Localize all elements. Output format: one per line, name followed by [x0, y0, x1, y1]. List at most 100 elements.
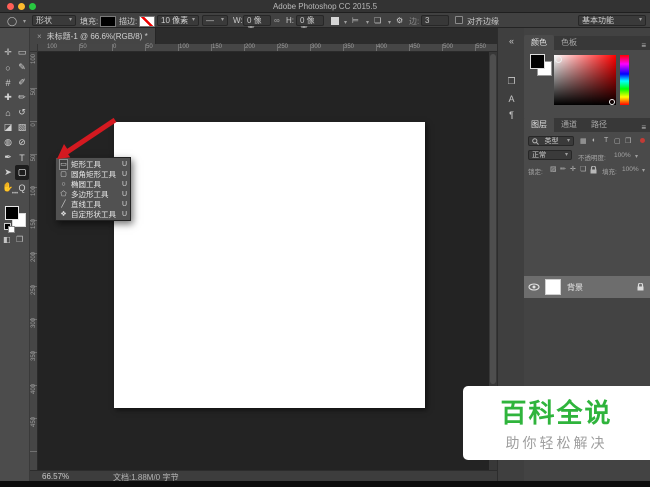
layers-panel-tabs: 图层 通道 路径 ≡ — [524, 118, 650, 132]
eraser-tool[interactable]: ◪ — [1, 120, 15, 135]
path-arrangement-icon[interactable]: ❏ — [374, 16, 381, 25]
screen-mode-icon[interactable]: ❐ — [16, 235, 23, 244]
filter-smart-objects-icon[interactable]: ❒ — [625, 137, 631, 145]
quick-select-tool[interactable]: ✎ — [15, 60, 29, 75]
healing-tool[interactable]: ✚ — [1, 90, 15, 105]
shape-tool[interactable]: ▢ — [15, 165, 29, 180]
width-field[interactable]: 0 像素 — [243, 15, 271, 26]
chevron-down-icon[interactable]: ▾ — [344, 19, 347, 26]
sides-field[interactable]: 3 — [421, 15, 449, 26]
canvas-area[interactable] — [38, 52, 497, 470]
status-chevron-icon[interactable]: › — [176, 471, 179, 480]
menu-item-rectangle-tool[interactable]: ▭ 矩形工具 U — [56, 159, 130, 169]
chevron-down-icon: ▾ — [221, 15, 224, 26]
layer-visibility-eye-icon[interactable] — [528, 283, 540, 291]
align-edges-checkbox[interactable] — [455, 16, 463, 24]
scrollbar-thumb[interactable] — [490, 54, 496, 384]
properties-panel-icon[interactable]: ❐ — [498, 76, 525, 87]
tab-paths[interactable]: 路径 — [584, 117, 614, 132]
filter-type-layers-icon[interactable]: T — [604, 137, 608, 144]
workspace-dropdown[interactable]: 基本功能▾ — [578, 15, 646, 26]
lock-artboard-icon[interactable]: ❏ — [580, 165, 586, 173]
chevron-down-icon[interactable]: ▾ — [388, 19, 391, 26]
tab-layers[interactable]: 图层 — [524, 117, 554, 132]
menu-item-rounded-rectangle-tool[interactable]: ▢ 圆角矩形工具 U — [56, 169, 130, 179]
history-brush-tool[interactable]: ↺ — [15, 105, 29, 120]
zoom-level[interactable]: 66.57% — [42, 472, 69, 481]
move-tool[interactable]: ✛ — [1, 45, 15, 60]
options-bar: ◯ ▾ 形状▾ 填充: 描边: 10 像素▾ —▾ W: 0 像素 ∞ H: 0… — [0, 13, 650, 28]
character-panel-icon[interactable]: A — [498, 94, 525, 104]
menu-item-custom-shape-tool[interactable]: ❖ 自定形状工具 U — [56, 209, 130, 219]
path-alignment-icon[interactable]: ⊨ — [352, 16, 359, 25]
filter-adjustment-layers-icon[interactable]: ◐ — [592, 137, 596, 144]
blur-tool[interactable]: ◍ — [1, 135, 15, 150]
panel-menu-icon[interactable]: ≡ — [641, 123, 650, 132]
stroke-swatch[interactable] — [139, 16, 155, 27]
panel-menu-icon[interactable]: ≡ — [641, 41, 650, 50]
more-tools-icon[interactable]: ••• — [0, 191, 30, 197]
quick-mask-icon[interactable]: ◧ — [3, 235, 11, 244]
window-title: Adobe Photoshop CC 2015.5 — [0, 0, 650, 13]
paragraph-panel-icon[interactable]: ¶ — [498, 110, 525, 120]
color-picker-marker[interactable] — [555, 56, 562, 63]
blend-mode-dropdown[interactable]: 正常 ▾ — [528, 150, 572, 160]
filter-shape-layers-icon[interactable]: ▢ — [614, 137, 621, 145]
menu-item-ellipse-tool[interactable]: ○ 椭圆工具 U — [56, 179, 130, 189]
chevron-down-icon[interactable]: ▾ — [366, 19, 369, 26]
polygon-icon: ⬠ — [59, 190, 68, 199]
custom-shape-icon: ❖ — [59, 210, 68, 219]
foreground-color-swatch[interactable] — [530, 54, 545, 69]
saturation-brightness-field[interactable] — [554, 55, 616, 105]
tab-swatches[interactable]: 色板 — [554, 35, 584, 50]
eyedropper-tool[interactable]: ✐ — [15, 75, 29, 90]
gear-icon[interactable]: ⚙ — [396, 16, 403, 25]
height-field[interactable]: 0 像素 — [296, 15, 324, 26]
lasso-tool[interactable]: ○ — [1, 60, 15, 75]
lock-position-icon[interactable]: ✛ — [570, 165, 576, 173]
chevron-down-icon: ▾ — [642, 167, 645, 174]
tool-preset-arrow-icon[interactable]: ▾ — [23, 18, 26, 25]
layer-row-background[interactable]: 背景 — [524, 276, 650, 298]
stamp-tool[interactable]: ⌂ — [1, 105, 15, 120]
path-select-tool[interactable]: ➤ — [1, 165, 15, 180]
collapse-panels-icon[interactable]: « — [498, 36, 525, 46]
tool-mode-dropdown[interactable]: 形状▾ — [32, 15, 76, 26]
layer-filter-dropdown[interactable]: 类型 ▾ — [528, 136, 574, 146]
filter-pixel-layers-icon[interactable]: ▦ — [580, 137, 587, 145]
document-canvas[interactable] — [114, 122, 425, 408]
layer-thumbnail[interactable] — [545, 279, 561, 295]
foreground-color-swatch[interactable] — [5, 206, 19, 220]
brush-tool[interactable]: ✏ — [15, 90, 29, 105]
fill-swatch[interactable] — [100, 16, 116, 27]
horizontal-ruler: 100 50 0 50 100 150 200 250 300 350 400 … — [38, 44, 497, 52]
type-tool[interactable]: T — [15, 150, 29, 165]
lock-pixels-icon[interactable]: ✏ — [560, 165, 566, 173]
hue-slider[interactable] — [620, 55, 629, 105]
menu-item-polygon-tool[interactable]: ⬠ 多边形工具 U — [56, 189, 130, 199]
height-label: H: — [286, 16, 294, 25]
stroke-width-dropdown[interactable]: 10 像素▾ — [157, 15, 199, 26]
dodge-tool[interactable]: ⊘ — [15, 135, 29, 150]
path-operations-icon[interactable] — [331, 17, 339, 25]
crop-tool[interactable]: # — [1, 75, 15, 90]
tab-color[interactable]: 颜色 — [524, 35, 554, 50]
stroke-style-dropdown[interactable]: —▾ — [202, 15, 228, 26]
menu-item-line-tool[interactable]: ╱ 直线工具 U — [56, 199, 130, 209]
color-picker-marker[interactable] — [609, 99, 615, 105]
close-icon[interactable]: × — [37, 32, 42, 41]
tab-channels[interactable]: 通道 — [554, 117, 584, 132]
fill-value[interactable]: 100% — [622, 166, 639, 173]
layer-filter-toggle[interactable] — [640, 138, 645, 143]
lock-all-icon[interactable] — [590, 166, 597, 174]
document-tab[interactable]: × 未标题-1 @ 66.6%(RGB/8) * — [30, 28, 156, 44]
fill-label: 填充: — [80, 16, 98, 27]
chevron-down-icon: ▾ — [639, 15, 642, 26]
marquee-tool[interactable]: ▭ — [15, 45, 29, 60]
tool-preset-icon[interactable]: ◯ — [7, 16, 17, 27]
gradient-tool[interactable]: ▧ — [15, 120, 29, 135]
link-dimensions-icon[interactable]: ∞ — [274, 16, 280, 25]
lock-transparent-icon[interactable]: ▨ — [550, 165, 557, 173]
pen-tool[interactable]: ✒ — [1, 150, 15, 165]
opacity-value[interactable]: 100% — [614, 152, 631, 159]
